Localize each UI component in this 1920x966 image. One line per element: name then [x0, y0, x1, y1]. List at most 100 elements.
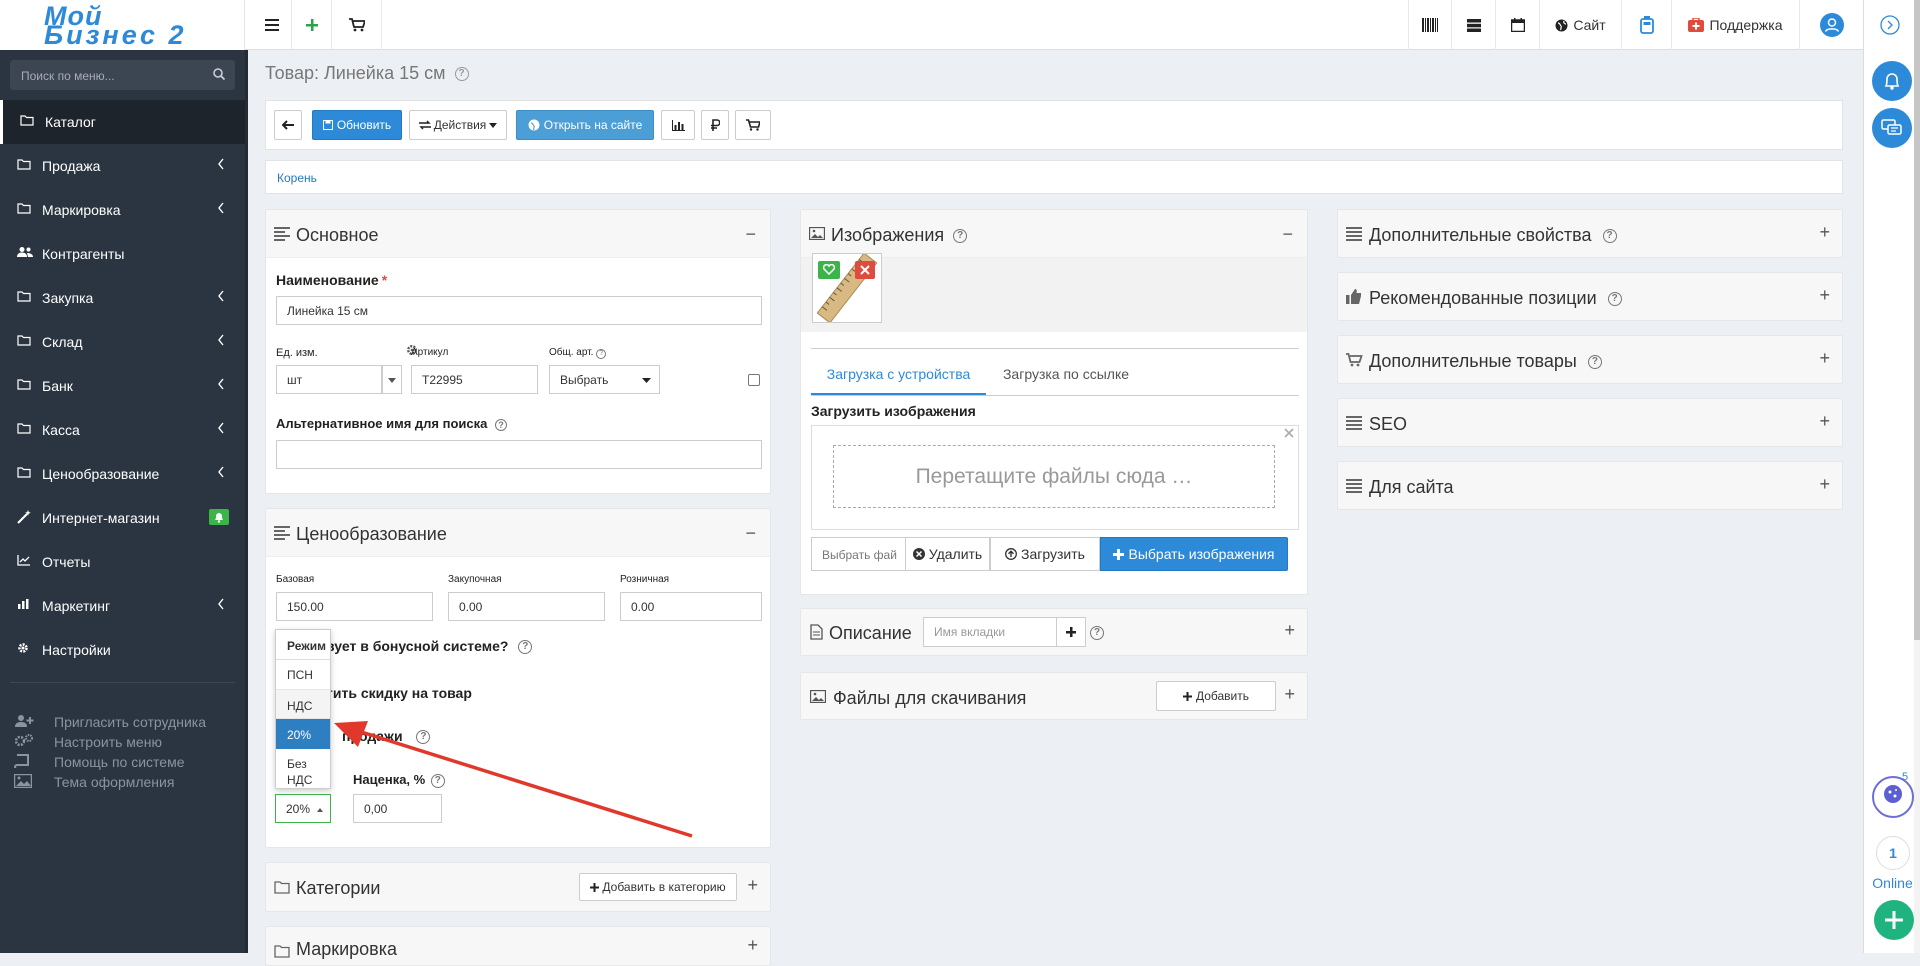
page-scrollbar[interactable]	[1914, 0, 1920, 953]
cart-button[interactable]	[332, 0, 382, 50]
sidebar-item-purchase[interactable]: Закупка	[0, 276, 245, 320]
scrollbar-thumb[interactable]	[1914, 0, 1920, 640]
product-image-thumbnail[interactable]	[812, 253, 882, 323]
panel-additional-products[interactable]: Дополнительные товары ? +	[1337, 335, 1843, 384]
expand-icon[interactable]: +	[1284, 620, 1295, 641]
sidebar-item-cash[interactable]: Касса	[0, 408, 245, 452]
site-button[interactable]: Сайт	[1540, 0, 1622, 50]
sidebar-item-marketing[interactable]: Маркетинг	[0, 584, 245, 628]
collapse-rail-icon[interactable]	[1880, 15, 1900, 35]
add-file-button[interactable]: Добавить	[1156, 681, 1276, 711]
panel-seo[interactable]: SEO +	[1337, 398, 1843, 447]
basic-panel-title: Основное	[296, 225, 379, 245]
set-main-image-button[interactable]	[818, 261, 840, 279]
ruble-button[interactable]	[701, 110, 729, 140]
expand-icon[interactable]: +	[1284, 684, 1295, 705]
sidebar-item-marking[interactable]: Маркировка	[0, 188, 245, 232]
cart-add-button[interactable]	[735, 110, 771, 140]
barcode-icon	[1422, 18, 1438, 32]
menu-search-input[interactable]: Поиск по меню...	[10, 60, 235, 90]
align-left-icon	[1346, 227, 1362, 241]
stats-button[interactable]	[661, 110, 695, 140]
sidebar-item-reports[interactable]: Отчеты	[0, 540, 245, 584]
calendar-button[interactable]	[1496, 0, 1540, 50]
pricing-panel-header[interactable]: Ценообразование −	[266, 509, 770, 557]
notifications-bell-icon[interactable]	[1872, 61, 1912, 101]
chat-icon[interactable]	[1872, 108, 1912, 148]
expand-icon[interactable]: +	[747, 875, 758, 896]
online-count[interactable]: 1	[1876, 836, 1910, 870]
add-button[interactable]	[292, 0, 332, 50]
sidebar-link-help[interactable]: Помощь по системе	[14, 754, 185, 770]
panel-recommended-items[interactable]: Рекомендованные позиции ? +	[1337, 272, 1843, 321]
unit-dropdown-toggle[interactable]	[382, 365, 402, 394]
tab-upload-link[interactable]: Загрузка по ссылке	[986, 353, 1146, 395]
delete-file-button[interactable]: Удалить	[905, 537, 990, 571]
collapse-icon[interactable]: −	[1282, 224, 1293, 245]
expand-icon[interactable]: +	[1819, 222, 1830, 243]
barcode-button[interactable]	[1408, 0, 1452, 50]
common-article-checkbox[interactable]	[748, 374, 760, 386]
delete-image-button[interactable]	[855, 261, 875, 279]
close-circle-icon	[912, 548, 925, 560]
expand-icon[interactable]: +	[1819, 348, 1830, 369]
expand-icon[interactable]: +	[1819, 285, 1830, 306]
sidebar-link-menu-setup[interactable]: Настроить меню	[14, 734, 162, 750]
expand-icon[interactable]: +	[1819, 474, 1830, 495]
help-icon[interactable]: ?	[1090, 626, 1104, 640]
breadcrumb-root-link[interactable]: Корень	[277, 171, 317, 185]
file-name-field[interactable]: Выбрать фай	[811, 537, 906, 571]
vat-option-no-vat[interactable]: Без НДС	[276, 752, 316, 788]
logo[interactable]: Мой Бизнес 2	[0, 0, 245, 50]
panel-for-site[interactable]: Для сайта +	[1337, 461, 1843, 510]
images-panel-header[interactable]: Изображения ? −	[801, 210, 1307, 258]
sidebar-link-theme[interactable]: Тема оформления	[14, 774, 175, 790]
sidebar-item-settings[interactable]: Настройки	[0, 628, 245, 672]
basic-panel-header[interactable]: Основное −	[266, 210, 770, 258]
article-label: Артикул	[411, 347, 449, 358]
open-on-site-button[interactable]: Открыть на сайте	[516, 110, 654, 140]
tab-upload-device[interactable]: Загрузка с устройства	[811, 353, 986, 395]
upload-file-button[interactable]: Загрузить	[990, 537, 1100, 571]
cashbox-button[interactable]	[1622, 0, 1672, 50]
expand-icon[interactable]: +	[1819, 411, 1830, 432]
name-field[interactable]: Линейка 15 см	[276, 296, 762, 325]
dropzone[interactable]: Перетащите файлы сюда …	[811, 425, 1299, 530]
vat-option-psn[interactable]: ПСН	[276, 660, 330, 689]
add-fab-button[interactable]	[1874, 900, 1914, 940]
sidebar-item-catalog[interactable]: Каталог	[0, 100, 245, 144]
profile-button[interactable]	[1800, 0, 1863, 50]
add-tab-button[interactable]	[1056, 617, 1086, 647]
user-avatar-icon	[1819, 13, 1844, 37]
sidebar-item-sales[interactable]: Продажа	[0, 144, 245, 188]
back-button[interactable]	[274, 110, 302, 140]
basic-panel: Основное − Наименование * Линейка 15 см Е…	[265, 209, 771, 494]
support-button[interactable]: Поддержка	[1672, 0, 1800, 50]
panel-additional-properties[interactable]: Дополнительные свойства ? +	[1337, 209, 1843, 258]
purchase-price-field[interactable]: 0.00	[448, 592, 605, 621]
menu-toggle-button[interactable]	[252, 0, 292, 50]
sidebar-item-warehouse[interactable]: Склад	[0, 320, 245, 364]
retail-price-field[interactable]: 0.00	[620, 592, 762, 621]
folder-icon	[17, 423, 31, 434]
tab-name-field[interactable]: Имя вкладки	[923, 617, 1057, 647]
collapse-icon[interactable]: −	[745, 523, 756, 544]
sidebar-item-contractors[interactable]: Контрагенты	[0, 232, 245, 276]
article-field[interactable]: Т22995	[411, 365, 538, 394]
update-button[interactable]: Обновить	[312, 110, 402, 140]
sidebar-item-bank[interactable]: Банк	[0, 364, 245, 408]
sidebar-item-pricing[interactable]: Ценообразование	[0, 452, 245, 496]
choose-images-button[interactable]: Выбрать изображения	[1100, 537, 1288, 571]
tasks-button[interactable]	[1452, 0, 1496, 50]
base-price-field[interactable]: 150.00	[276, 592, 433, 621]
actions-dropdown-button[interactable]: Действия	[409, 110, 507, 140]
unit-field[interactable]: шт	[276, 365, 382, 394]
help-icon[interactable]: ?	[454, 67, 469, 82]
add-to-category-button[interactable]: Добавить в категорию	[579, 873, 737, 901]
sidebar-item-online-store[interactable]: Интернет-магазин	[0, 496, 245, 540]
sidebar-link-invite[interactable]: Пригласить сотрудника	[15, 714, 206, 730]
collapse-icon[interactable]: −	[745, 224, 756, 245]
alt-name-field[interactable]	[276, 440, 762, 469]
common-article-select[interactable]: Выбрать	[549, 365, 660, 394]
sidebar-link-label: Тема оформления	[54, 774, 175, 790]
